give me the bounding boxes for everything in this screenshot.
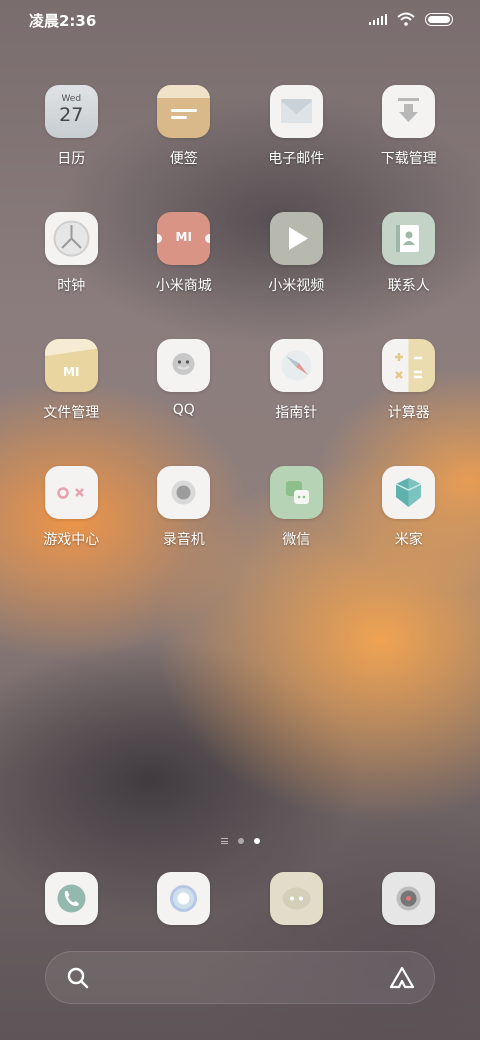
video-play-icon bbox=[269, 212, 323, 265]
app-label: 文件管理 bbox=[43, 405, 100, 421]
status-time: 凌晨2:36 bbox=[29, 12, 97, 30]
app-label: 时钟 bbox=[57, 278, 86, 294]
app-mi-home[interactable]: 米家 bbox=[353, 466, 466, 571]
app-label: 小米视频 bbox=[268, 278, 325, 294]
battery-icon bbox=[425, 12, 453, 26]
messages-icon bbox=[269, 872, 323, 925]
app-label: 计算器 bbox=[387, 405, 430, 421]
app-contacts[interactable]: 联系人 bbox=[353, 212, 466, 317]
app-label: 便签 bbox=[169, 151, 198, 167]
feed-page-icon[interactable] bbox=[220, 838, 228, 844]
app-label: 小米商城 bbox=[155, 278, 212, 294]
compass-icon bbox=[269, 339, 323, 392]
app-label: 微信 bbox=[282, 532, 311, 548]
recorder-icon bbox=[157, 466, 211, 519]
camera-icon bbox=[382, 872, 436, 925]
dock-camera[interactable] bbox=[353, 872, 466, 932]
app-label: 下载管理 bbox=[380, 151, 437, 167]
app-label: 电子邮件 bbox=[268, 151, 325, 167]
calculator-icon bbox=[382, 339, 436, 392]
app-wechat[interactable]: 微信 bbox=[240, 466, 353, 571]
app-downloads[interactable]: 下载管理 bbox=[353, 85, 466, 190]
dock-phone[interactable] bbox=[15, 872, 128, 932]
wechat-icon bbox=[269, 466, 323, 519]
mi-home-icon bbox=[382, 466, 436, 519]
contacts-icon bbox=[382, 212, 436, 265]
app-game-center[interactable]: 游戏中心 bbox=[15, 466, 128, 571]
app-qq[interactable]: QQ bbox=[128, 339, 241, 444]
voice-assistant-icon[interactable] bbox=[388, 966, 416, 990]
signal-icon bbox=[369, 13, 387, 25]
phone-icon bbox=[44, 872, 98, 925]
app-notes[interactable]: 便签 bbox=[128, 85, 241, 190]
download-icon bbox=[382, 85, 436, 138]
app-label: 录音机 bbox=[162, 532, 205, 548]
dock-messages[interactable] bbox=[240, 872, 353, 932]
calendar-day: 27 bbox=[59, 104, 84, 126]
app-clock[interactable]: 时钟 bbox=[15, 212, 128, 317]
app-calendar[interactable]: Wed 27 日历 bbox=[15, 85, 128, 190]
wifi-icon bbox=[397, 12, 415, 26]
app-mi-store[interactable]: mi 小米商城 bbox=[128, 212, 241, 317]
qq-icon bbox=[157, 339, 211, 392]
app-label: 指南针 bbox=[275, 405, 318, 421]
dock-browser[interactable] bbox=[128, 872, 241, 932]
mi-logo: mi bbox=[63, 365, 80, 379]
app-recorder[interactable]: 录音机 bbox=[128, 466, 241, 571]
email-icon bbox=[269, 85, 323, 138]
search-icon[interactable] bbox=[66, 966, 90, 990]
notes-icon bbox=[157, 85, 211, 138]
app-file-manager[interactable]: mi 文件管理 bbox=[15, 339, 128, 444]
dock bbox=[15, 872, 465, 932]
app-calculator[interactable]: 计算器 bbox=[353, 339, 466, 444]
app-label: 游戏中心 bbox=[43, 532, 100, 548]
app-compass[interactable]: 指南针 bbox=[240, 339, 353, 444]
status-bar: 凌晨2:36 bbox=[0, 0, 480, 40]
browser-icon bbox=[157, 872, 211, 925]
page-indicator bbox=[0, 838, 480, 844]
mi-logo: mi bbox=[175, 230, 192, 244]
clock-icon bbox=[44, 212, 98, 265]
page-dot-2-active[interactable] bbox=[253, 838, 260, 844]
calendar-weekday: Wed bbox=[61, 94, 82, 104]
app-label: 日历 bbox=[57, 151, 86, 167]
page-dot-1[interactable] bbox=[237, 838, 244, 844]
file-manager-icon: mi bbox=[44, 339, 98, 392]
app-grid: Wed 27 日历 便签 电子邮件 下载管理 时钟 MI 小米商城 小米视频 联… bbox=[15, 85, 465, 571]
app-label: QQ bbox=[172, 402, 195, 418]
mi-store-icon: mi bbox=[157, 212, 211, 265]
app-mi-video[interactable]: 小米视频 bbox=[240, 212, 353, 317]
search-bar[interactable] bbox=[45, 951, 435, 1004]
status-icons bbox=[369, 12, 453, 26]
app-label: 联系人 bbox=[387, 278, 430, 294]
app-label: 米家 bbox=[394, 532, 423, 548]
game-center-icon bbox=[44, 466, 98, 519]
app-email[interactable]: 电子邮件 bbox=[240, 85, 353, 190]
calendar-icon: Wed 27 bbox=[44, 85, 98, 138]
